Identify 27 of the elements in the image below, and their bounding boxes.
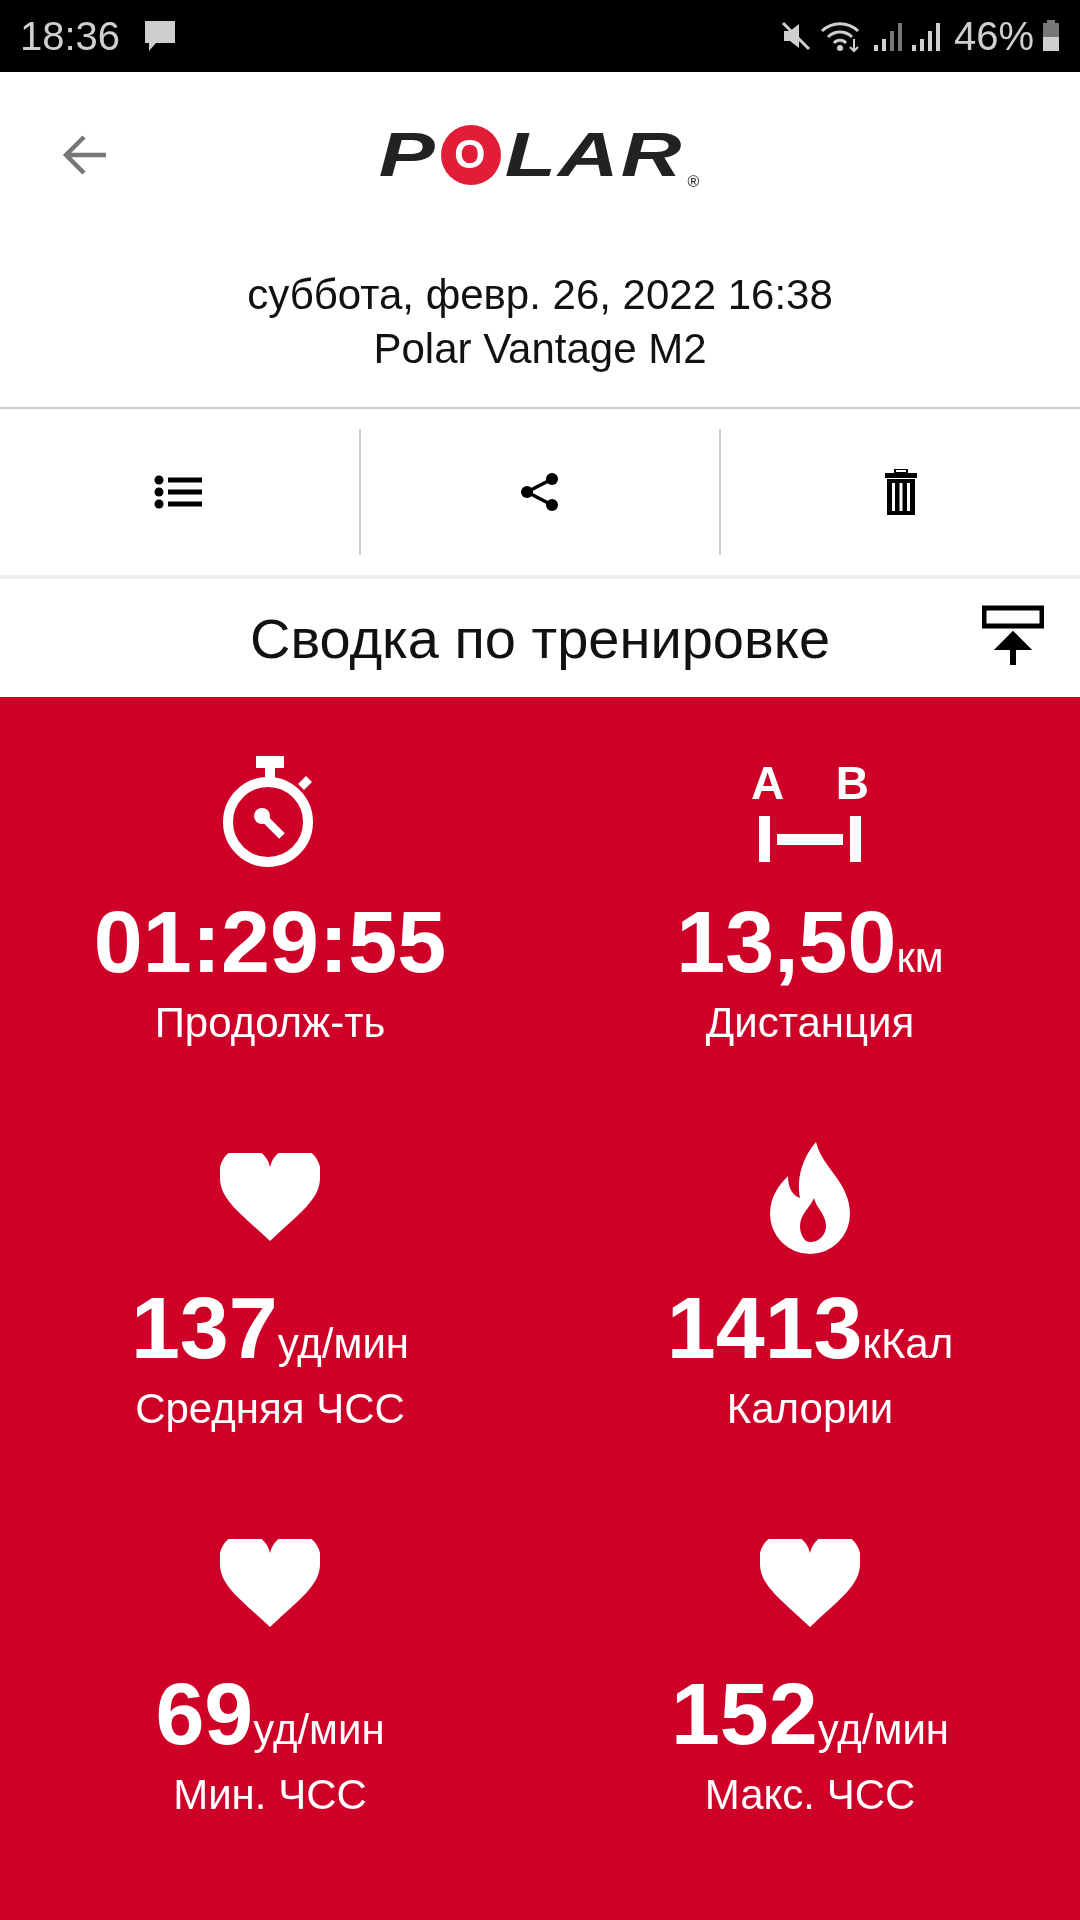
metric-label: Средняя ЧСС	[135, 1384, 405, 1434]
metric-value: 13,50км	[676, 892, 944, 992]
pin-to-top-icon[interactable]	[982, 605, 1044, 667]
metric-value: 01:29:55	[93, 892, 447, 992]
metric-label: Макс. ЧСС	[704, 1770, 916, 1820]
logo: P O LAR®	[378, 117, 702, 192]
battery-icon	[1042, 19, 1060, 53]
status-time: 18:36	[20, 13, 121, 59]
metric-label: Продолж-ть	[154, 998, 386, 1048]
workout-date: суббота, февр. 26, 2022 16:38	[247, 271, 833, 319]
metric-label: Калории	[726, 1384, 894, 1434]
heart-icon	[760, 1539, 860, 1629]
heart-icon	[220, 1153, 320, 1243]
battery-level: 46%	[953, 13, 1034, 59]
metric-value: 1413кКал	[666, 1278, 954, 1378]
metric-value: 152уд/мин	[670, 1664, 950, 1764]
metric-value: 137уд/мин	[130, 1278, 410, 1378]
share-icon[interactable]	[519, 471, 561, 513]
heart-icon	[220, 1539, 320, 1629]
device-name: Polar Vantage M2	[373, 325, 707, 373]
flame-icon	[770, 1142, 850, 1254]
metric-value: 69уд/мин	[155, 1664, 385, 1764]
trash-icon[interactable]	[883, 469, 918, 515]
section-title: Сводка по тренировке	[249, 605, 831, 671]
metric-label: Дистанция	[705, 998, 915, 1048]
list-icon[interactable]	[154, 475, 205, 509]
metric-label: Мин. ЧСС	[173, 1770, 367, 1820]
